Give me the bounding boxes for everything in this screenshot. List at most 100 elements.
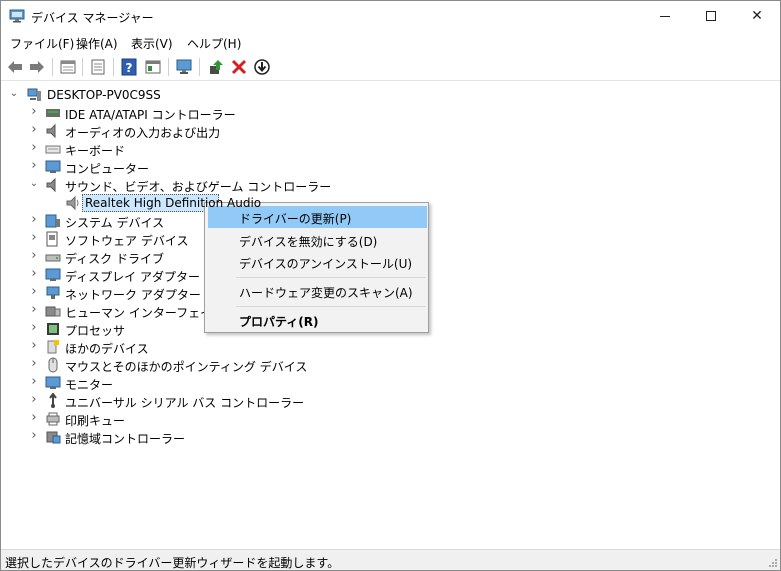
computer-icon [27,88,41,101]
network-adapter-icon [46,286,60,299]
chevron-right-icon[interactable]: › [29,105,39,118]
computer-icon [45,160,61,173]
toolbar-separator [82,58,83,76]
disk-drive-icon [45,254,61,262]
view-icon[interactable] [144,58,162,76]
update-driver-icon[interactable] [207,58,225,76]
tree-category[interactable]: › マウスとそのほかのポインティング デバイス [1,356,401,374]
chevron-right-icon[interactable]: › [29,429,39,442]
tree-item-label: マウスとそのほかのポインティング デバイス [65,360,308,374]
ctx-properties[interactable]: プロパティ(R) [208,309,427,331]
tree-item-label: システム デバイス [65,216,165,230]
maximize-button[interactable] [688,1,734,32]
toolbar-separator [113,58,114,76]
other-device-icon [47,340,59,354]
minimize-button[interactable] [642,1,688,32]
close-button[interactable]: ✕ [734,1,780,32]
tree-root[interactable]: ⌄ DESKTOP-PV0C9SS [1,86,401,104]
tree-category[interactable]: › 印刷キュー [1,410,401,428]
tree-item-label: コンピューター [65,162,150,176]
tree-item-label: プロセッサ [65,324,126,338]
ctx-scan-hardware-label: ハードウェア変更のスキャン(A) [239,286,413,300]
help-icon[interactable]: ? [120,58,138,76]
storage-controller-icon [46,431,61,444]
display-adapter-icon [45,268,61,281]
tree-category[interactable]: › 記憶域コントローラー [1,428,401,446]
chevron-right-icon[interactable]: › [29,231,39,244]
menu-action[interactable]: 操作(A) [76,35,118,52]
ide-controller-icon [46,109,60,117]
tree-item-label: モニター [65,378,114,392]
speaker-icon [66,195,79,211]
chevron-right-icon[interactable]: › [29,213,39,226]
chevron-down-icon[interactable]: ⌄ [9,88,19,100]
title-bar[interactable]: デバイス マネージャー ✕ [1,1,780,32]
chevron-right-icon[interactable]: › [29,411,39,424]
tree-item-label: ネットワーク アダプター [65,288,201,302]
chevron-right-icon[interactable]: › [29,285,39,298]
device-list-icon[interactable] [89,58,107,76]
chevron-right-icon[interactable]: › [29,123,39,136]
tree-category[interactable]: › IDE ATA/ATAPI コントローラー [1,104,401,122]
close-icon: ✕ [751,8,763,24]
chevron-right-icon[interactable]: › [29,249,39,262]
tree-category[interactable]: › コンピューター [1,158,401,176]
toolbar-separator [52,58,53,76]
chevron-right-icon[interactable]: › [29,267,39,280]
menu-file[interactable]: ファイル(F) [10,35,74,52]
tree-item-label: 記憶域コントローラー [65,432,186,446]
print-queue-icon [46,412,60,426]
device-manager-icon [9,9,25,23]
software-device-icon [46,231,58,247]
menu-bar: ファイル(F) 操作(A) 表示(V) ヘルプ(H) [1,32,780,54]
keyboard-icon [45,145,61,154]
sound-controller-icon [46,177,56,193]
tree-item-label: キーボード [65,144,126,158]
ctx-scan-hardware[interactable]: ハードウェア変更のスキャン(A) [208,280,427,302]
ctx-separator [236,277,426,278]
chevron-right-icon[interactable]: › [29,303,39,316]
audio-io-icon [46,123,56,139]
svg-text:?: ? [126,61,133,75]
resize-grip-icon[interactable] [768,558,778,568]
chevron-right-icon[interactable]: › [29,321,39,334]
tree-category[interactable]: › ほかのデバイス [1,338,401,356]
tree-category[interactable]: › ユニバーサル シリアル バス コントローラー [1,392,401,410]
monitor-icon[interactable] [175,58,193,76]
chevron-right-icon[interactable]: › [29,357,39,370]
back-icon[interactable] [6,58,24,76]
ctx-update-driver-label: ドライバーの更新(P) [239,212,352,226]
maximize-icon [706,11,716,21]
chevron-right-icon[interactable]: › [29,159,39,172]
forward-icon[interactable] [28,58,46,76]
tree-category[interactable]: › モニター [1,374,401,392]
chevron-right-icon[interactable]: › [29,339,39,352]
chevron-down-icon[interactable]: ⌄ [29,178,39,190]
chevron-right-icon[interactable]: › [29,141,39,154]
tree-category[interactable]: › オーディオの入力および出力 [1,122,401,140]
tree-item-label: Realtek High Definition Audio [85,196,262,210]
tree-item-label: 印刷キュー [65,414,126,428]
tree-item-label: ソフトウェア デバイス [65,234,189,248]
tree-category[interactable]: › キーボード [1,140,401,158]
disable-icon[interactable] [253,58,271,76]
tree-item-label: IDE ATA/ATAPI コントローラー [65,108,236,122]
usb-icon [49,393,57,408]
context-menu: ドライバーの更新(P) デバイスを無効にする(D) デバイスのアンインストール(… [204,202,429,333]
chevron-right-icon[interactable]: › [29,375,39,388]
menu-view[interactable]: 表示(V) [131,35,173,52]
mouse-icon [48,357,58,373]
ctx-uninstall-device[interactable]: デバイスのアンインストール(U) [208,251,427,273]
uninstall-icon[interactable] [230,58,248,76]
menu-help[interactable]: ヘルプ(H) [187,35,241,52]
ctx-uninstall-device-label: デバイスのアンインストール(U) [239,257,413,271]
toolbar: ? [1,54,780,81]
status-bar: 選択したデバイスのドライバー更新ウィザードを起動します。 [1,549,780,570]
monitor-device-icon [45,376,61,389]
tree-item-label: ディスク ドライブ [65,252,164,266]
tree-category[interactable]: ⌄ サウンド、ビデオ、およびゲーム コントローラー [1,176,401,194]
chevron-right-icon[interactable]: › [29,393,39,406]
ctx-disable-device[interactable]: デバイスを無効にする(D) [208,229,427,251]
tree-item-label: ユニバーサル シリアル バス コントローラー [65,396,305,410]
properties-sheet-icon[interactable] [59,58,77,76]
